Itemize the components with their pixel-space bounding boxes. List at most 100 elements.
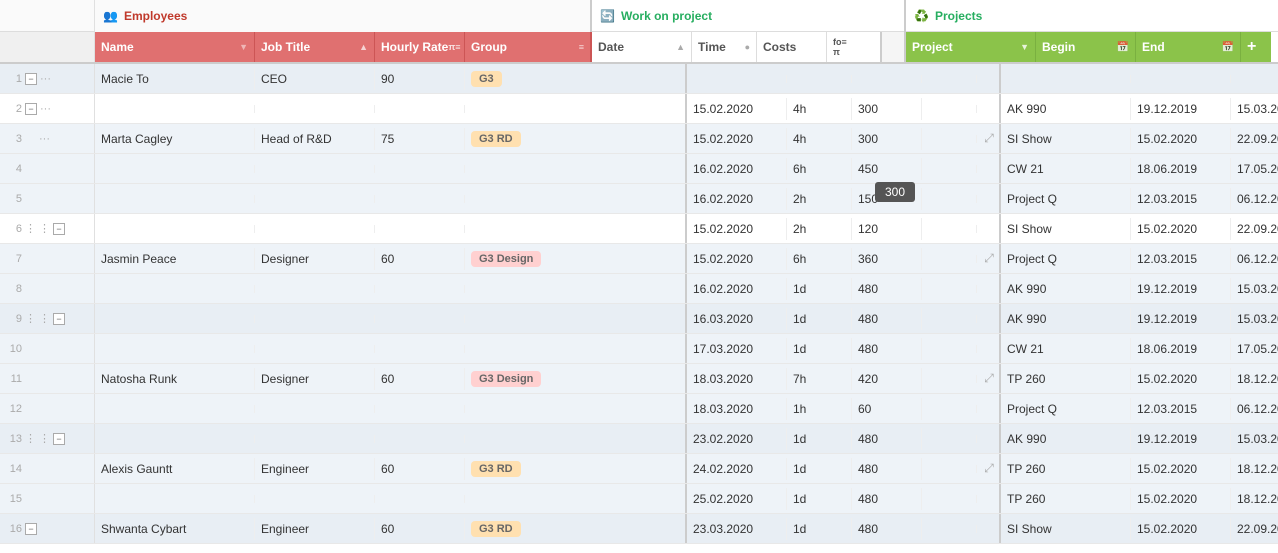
collapse-icon[interactable]: − [25, 103, 37, 115]
cell-job [255, 315, 375, 323]
col-header-name[interactable]: Name ▼ [95, 32, 255, 62]
cell-hr [375, 285, 465, 293]
expand-icon[interactable]: ⤢ [984, 251, 994, 266]
collapse-icon[interactable]: − [53, 313, 65, 325]
cell-time: 2h [787, 218, 852, 240]
cell-expand [977, 195, 1001, 203]
cell-begin: 19.12.2019 [1131, 98, 1231, 120]
col-header-jobtitle[interactable]: Job Title ▲ [255, 32, 375, 62]
cell-fopi [922, 495, 977, 503]
collapse-icon[interactable]: − [53, 223, 65, 235]
cell-name: Natosha Runk [95, 368, 255, 390]
cell-date: 16.02.2020 [687, 278, 787, 300]
col-header-end[interactable]: End 📅 [1136, 32, 1241, 62]
col-header-project[interactable]: Project ▼ [906, 32, 1036, 62]
cell-time: 6h [787, 158, 852, 180]
dots-icon[interactable]: ··· [39, 133, 50, 145]
cell-begin: 19.12.2019 [1131, 428, 1231, 450]
table-row: 4 16.02.2020 6h 450 [0, 154, 1278, 184]
col-header-fopi[interactable]: fo≡π [827, 32, 882, 62]
employees-icon: 👥 [103, 9, 118, 23]
more-icon[interactable]: ⋮ [39, 312, 50, 325]
cell-begin: 18.06.2019 [1131, 158, 1231, 180]
cell-begin: 19.12.2019 [1131, 308, 1231, 330]
cell-project: AK 990 [1001, 428, 1131, 450]
cell-date: 15.02.2020 [687, 128, 787, 150]
cell-costs: 360 [852, 248, 922, 270]
col-header-group[interactable]: Group ≡ [465, 32, 592, 62]
work-data: 15.02.2020 4h 300 [687, 94, 1001, 123]
cell-expand[interactable]: ⤢ [977, 127, 1001, 150]
project-data: SI Show 15.02.2020 22.09.2036 [1001, 214, 1278, 243]
cell-project: AK 990 [1001, 308, 1131, 330]
more-icon[interactable]: ⋮ [39, 432, 50, 445]
employee-data: Natosha Runk Designer 60 G3 Design [95, 364, 687, 393]
cell-fopi [922, 75, 977, 83]
collapse-icon[interactable]: − [25, 73, 37, 85]
cell-time: 1d [787, 338, 852, 360]
cell-date: 15.02.2020 [687, 218, 787, 240]
cell-costs: 480 [852, 338, 922, 360]
cell-end: 06.12.2015 [1231, 188, 1278, 210]
project-data: AK 990 19.12.2019 15.03.2021 [1001, 304, 1278, 333]
cell-costs: 300 [852, 128, 922, 150]
cell-hr: 60 [375, 458, 465, 480]
col-header-costs[interactable]: Costs [757, 32, 827, 62]
cell-group: G3 Design [465, 247, 585, 271]
expand-icon[interactable]: ⤢ [984, 371, 994, 386]
cell-costs: 60 [852, 398, 922, 420]
dots-icon[interactable]: ⋮ [25, 432, 36, 445]
col-header-add[interactable]: + [1241, 32, 1271, 62]
cell-expand[interactable]: ⤢ [977, 367, 1001, 390]
col-header-hourly[interactable]: Hourly Rate π≡ [375, 32, 465, 62]
cell-end: 15.03.2021 [1231, 278, 1278, 300]
cell-date: 16.02.2020 [687, 158, 787, 180]
cell-date: 18.03.2020 [687, 398, 787, 420]
col-header-date[interactable]: Date ▲ [592, 32, 692, 62]
cell-costs [852, 75, 922, 83]
cell-time: 1d [787, 308, 852, 330]
cell-hr [375, 315, 465, 323]
cell-hr [375, 345, 465, 353]
employee-data [95, 184, 687, 213]
cell-expand[interactable]: ⤢ [977, 457, 1001, 480]
cell-end: 15.03.2021 [1231, 98, 1278, 120]
work-data: 16.02.2020 2h 150 [687, 184, 1001, 213]
cell-expand [977, 315, 1001, 323]
cell-end: 17.05.2020 [1231, 158, 1278, 180]
cell-group [465, 435, 585, 443]
dots-icon[interactable]: ··· [40, 73, 51, 85]
hourly-icons: π≡ [448, 42, 460, 52]
dots-icon[interactable]: ⋮ [25, 312, 36, 325]
group-badge: G3 RD [471, 521, 521, 537]
project-data: CW 21 18.06.2019 17.05.2020 [1001, 334, 1278, 363]
cell-project: Project Q [1001, 248, 1131, 270]
work-data: 23.03.2020 1d 480 [687, 514, 1001, 543]
cell-fopi [922, 315, 977, 323]
col-header-begin[interactable]: Begin 📅 [1036, 32, 1136, 62]
cell-group [465, 105, 585, 113]
more-icon[interactable]: ⋮ [39, 222, 50, 235]
projects-label: Projects [935, 9, 982, 23]
row-num-area: 15 [0, 484, 95, 513]
cell-expand[interactable]: ⤢ [977, 247, 1001, 270]
employee-data [95, 334, 687, 363]
collapse-icon[interactable]: − [25, 523, 37, 535]
cell-time: 1h [787, 398, 852, 420]
dots-icon[interactable]: ··· [40, 103, 51, 115]
expand-icon[interactable]: ⤢ [984, 461, 994, 476]
cell-project [1001, 75, 1131, 83]
cell-name [95, 435, 255, 443]
collapse-icon[interactable]: − [53, 433, 65, 445]
work-data: 17.03.2020 1d 480 [687, 334, 1001, 363]
col-header-time[interactable]: Time ● [692, 32, 757, 62]
cell-end [1231, 75, 1278, 83]
cell-job [255, 165, 375, 173]
work-data: 23.02.2020 1d 480 [687, 424, 1001, 453]
cell-group [465, 345, 585, 353]
expand-icon[interactable]: ⤢ [984, 131, 994, 146]
add-col-icon[interactable]: + [1247, 38, 1256, 56]
group-badge: G3 Design [471, 251, 541, 267]
cell-job [255, 225, 375, 233]
dots-icon[interactable]: ⋮ [25, 222, 36, 235]
